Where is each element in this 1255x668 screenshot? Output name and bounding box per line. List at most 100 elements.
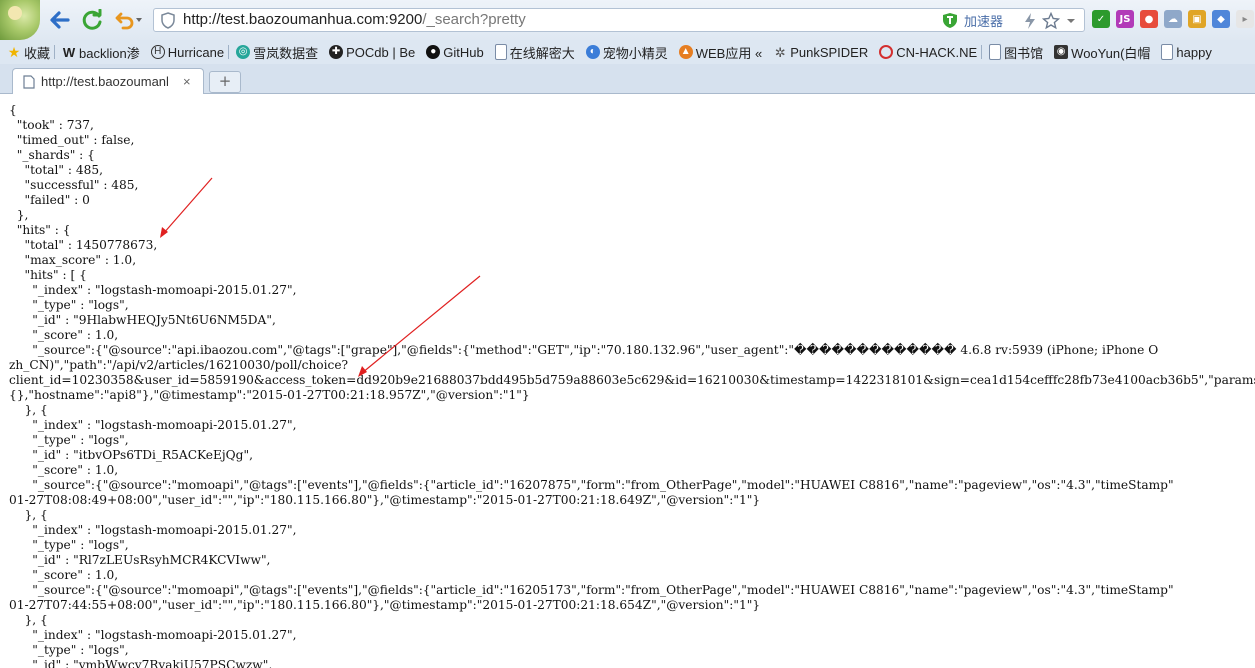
json-line: },	[9, 208, 29, 222]
json-line: "total" : 1450778673,	[9, 238, 158, 252]
json-line: "_index" : "logstash-momoapi-2015.01.27"…	[9, 523, 297, 537]
bookmark-decrypt[interactable]: 在线解密大	[494, 43, 575, 62]
json-line: "_type" : "logs",	[9, 298, 129, 312]
security-shield-icon	[161, 12, 175, 29]
json-line: "_source":{"@source":"api.ibaozou.com","…	[9, 343, 1159, 357]
json-line: "max_score" : 1.0,	[9, 253, 137, 267]
bookmark-library[interactable]: 图书馆	[989, 43, 1043, 62]
json-line: "_index" : "logstash-momoapi-2015.01.27"…	[9, 628, 297, 642]
tab-active[interactable]: http://test.baozoumanl ×	[12, 68, 204, 94]
json-line: "hits" : {	[9, 223, 71, 237]
bookmark-label: backlion渗	[79, 45, 140, 61]
w-logo-icon: W	[62, 44, 76, 60]
json-line: "_type" : "logs",	[9, 643, 129, 657]
json-line: 01-27T07:44:55+08:00","user_id":"","ip":…	[9, 598, 761, 612]
tab-title: http://test.baozoumanl	[41, 74, 169, 89]
cloud-extension-icon[interactable]: ☁	[1164, 10, 1182, 28]
bookmark-label: WEB应用 «	[695, 45, 763, 61]
page-icon	[1161, 44, 1174, 60]
bookmark-label: CN-HACK.NE	[896, 44, 978, 60]
browser-logo[interactable]	[0, 0, 40, 40]
url-host: http://test.baozoumanhua.com:9200	[183, 11, 423, 28]
json-line: 01-27T08:08:49+08:00","user_id":"","ip":…	[9, 493, 761, 507]
chevron-down-icon	[136, 18, 142, 22]
extension-icons: ✓ JS ● ☁ ▣ ◆ ▸	[1092, 10, 1254, 28]
json-line: "failed" : 0	[9, 193, 90, 207]
back-arrow-icon	[50, 11, 70, 29]
json-line: "_score" : 1.0,	[9, 463, 119, 477]
bookmark-label: 收藏	[24, 45, 51, 61]
json-line: "_id" : "itbvOPs6TDi_R5ACKeEjQg",	[9, 448, 253, 462]
json-line: "_type" : "logs",	[9, 433, 129, 447]
json-line: "_source":{"@source":"momoapi","@tags":[…	[9, 478, 1174, 492]
bookmark-github[interactable]: ● GitHub	[426, 45, 484, 60]
tab-strip: http://test.baozoumanl × +	[0, 64, 1255, 94]
url-text[interactable]: http://test.baozoumanhua.com:9200/_searc…	[183, 11, 526, 28]
bookmark-pet[interactable]: ◐ 宠物小精灵	[585, 43, 668, 62]
pet-icon: ◐	[585, 45, 600, 59]
bookmark-backlion[interactable]: Wbacklion渗	[62, 43, 140, 62]
bookmark-hurricane[interactable]: H Hurricane	[150, 44, 225, 60]
bookmark-xuelan[interactable]: ◎ 雪岚数据查	[236, 43, 318, 62]
menu-extension-icon[interactable]: ▸	[1236, 10, 1254, 28]
json-line: "_index" : "logstash-momoapi-2015.01.27"…	[9, 283, 297, 297]
accelerator-button[interactable]: 加速器	[942, 11, 1003, 30]
json-line: "_index" : "logstash-momoapi-2015.01.27"…	[9, 418, 297, 432]
bookmark-happy[interactable]: happy	[1161, 44, 1212, 60]
address-bar[interactable]: http://test.baozoumanhua.com:9200/_searc…	[153, 8, 1085, 32]
page-icon	[494, 44, 507, 60]
js-extension-icon[interactable]: JS	[1116, 10, 1134, 28]
github-icon: ●	[426, 45, 441, 59]
bookmark-cnhack[interactable]: CN-HACK.NE	[879, 45, 977, 60]
bookmark-label: WooYun(白帽	[1071, 45, 1151, 61]
json-line: "_id" : "9HlabwHEQJy5Nt6U6NM5DA",	[9, 313, 276, 327]
pocdb-icon: ✚	[329, 45, 344, 59]
back-button[interactable]	[46, 8, 72, 32]
json-line: "_id" : "Rl7zLEUsRsyhMCR4KCVIww",	[9, 553, 271, 567]
json-line: "successful" : 485,	[9, 178, 139, 192]
json-line: client_id=10230358&user_id=5859190&acces…	[9, 373, 1255, 387]
bookmark-label: Hurricane	[167, 44, 225, 60]
new-tab-button[interactable]: +	[209, 71, 241, 93]
json-line: "_type" : "logs",	[9, 538, 129, 552]
refresh-button[interactable]	[79, 8, 105, 32]
json-line: zh_CN)","path":"/api/v2/articles/1621003…	[9, 358, 349, 372]
json-line: "total" : 485,	[9, 163, 103, 177]
json-line: {	[9, 103, 17, 117]
red-extension-icon[interactable]: ●	[1140, 10, 1158, 28]
json-line: }, {	[9, 613, 48, 627]
dropdown-arrow-icon[interactable]	[1066, 16, 1076, 26]
logo-ear	[8, 6, 22, 20]
green-shield-icon	[943, 13, 957, 28]
star-outline-icon[interactable]	[1042, 12, 1060, 30]
bookmark-label: PunkSPIDER	[790, 44, 869, 60]
spider-icon: ✲	[774, 44, 786, 60]
bookmark-favorites[interactable]: ★ 收藏	[7, 43, 50, 62]
folder-extension-icon[interactable]: ▣	[1188, 10, 1206, 28]
json-line: "timed_out" : false,	[9, 133, 135, 147]
json-line: "_id" : "ymbWwcv7RyakiU57PSCwzw",	[9, 658, 273, 668]
bookmark-wooyun[interactable]: ◉ WooYun(白帽	[1054, 43, 1150, 62]
bookmark-webapp[interactable]: ▲ WEB应用 «	[678, 43, 763, 62]
bookmark-label: 图书馆	[1004, 45, 1044, 61]
accelerator-label: 加速器	[964, 14, 1004, 29]
bookmark-label: happy	[1176, 44, 1212, 60]
close-icon[interactable]: ×	[183, 74, 191, 89]
bookmark-label: POCdb | Be	[346, 44, 416, 60]
url-path: /_search?pretty	[422, 11, 526, 28]
browser-toolbar: http://test.baozoumanhua.com:9200/_searc…	[0, 0, 1255, 40]
json-line: }, {	[9, 403, 48, 417]
bookmark-pocdb[interactable]: ✚ POCdb | Be	[329, 45, 415, 60]
shield-extension-icon[interactable]: ✓	[1092, 10, 1110, 28]
json-line: "took" : 737,	[9, 118, 94, 132]
bookmark-punkspider[interactable]: ✲ PunkSPIDER	[773, 44, 869, 60]
blue-extension-icon[interactable]: ◆	[1212, 10, 1230, 28]
json-line: "_score" : 1.0,	[9, 568, 119, 582]
lightning-icon[interactable]	[1024, 13, 1036, 29]
globe-icon: ◎	[236, 45, 251, 59]
json-line: "_source":{"@source":"momoapi","@tags":[…	[9, 583, 1174, 597]
bookmarks-bar: ★ 收藏 Wbacklion渗 H Hurricane ◎ 雪岚数据查 ✚ POCdb …	[0, 40, 1255, 64]
star-icon: ★	[7, 44, 21, 60]
hurricane-icon: H	[150, 45, 165, 59]
undo-close-button[interactable]	[112, 8, 146, 32]
